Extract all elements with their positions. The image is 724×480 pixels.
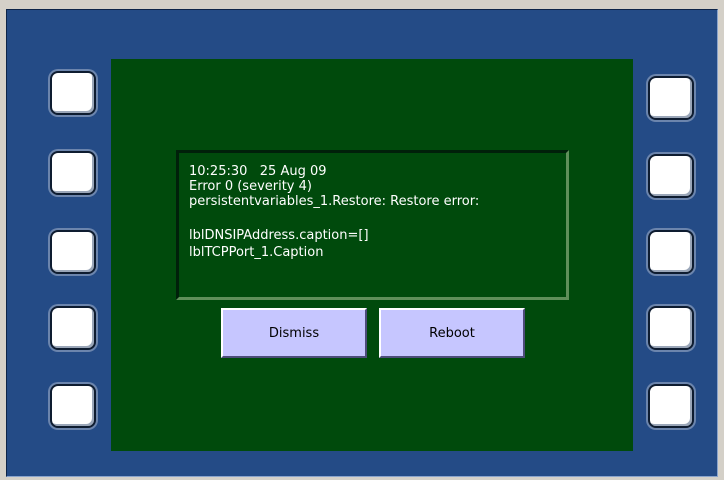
softkey-right-3[interactable] <box>648 230 694 274</box>
softkey-left-1[interactable] <box>50 71 96 115</box>
error-detail-2: lblTCPPort_1.Caption <box>189 245 324 260</box>
softkey-right-5[interactable] <box>648 384 694 428</box>
softkey-right-2[interactable] <box>648 154 694 198</box>
error-description: persistentvariables_1.Restore: Restore e… <box>189 194 480 209</box>
error-timestamp: 10:25:30 25 Aug 09 <box>189 164 327 179</box>
softkey-right-4[interactable] <box>648 306 694 350</box>
error-message-box: 10:25:30 25 Aug 09 Error 0 (severity 4) … <box>176 150 569 300</box>
softkey-left-4[interactable] <box>50 306 96 350</box>
softkey-left-5[interactable] <box>50 384 96 428</box>
error-code: Error 0 (severity 4) <box>189 179 312 194</box>
softkey-right-1[interactable] <box>648 76 694 120</box>
softkey-left-2[interactable] <box>50 151 96 195</box>
reboot-button[interactable]: Reboot <box>379 308 525 358</box>
error-detail-1: lblDNSIPAddress.caption=[] <box>189 228 369 243</box>
softkey-left-3[interactable] <box>50 230 96 274</box>
dismiss-button[interactable]: Dismiss <box>221 308 367 358</box>
